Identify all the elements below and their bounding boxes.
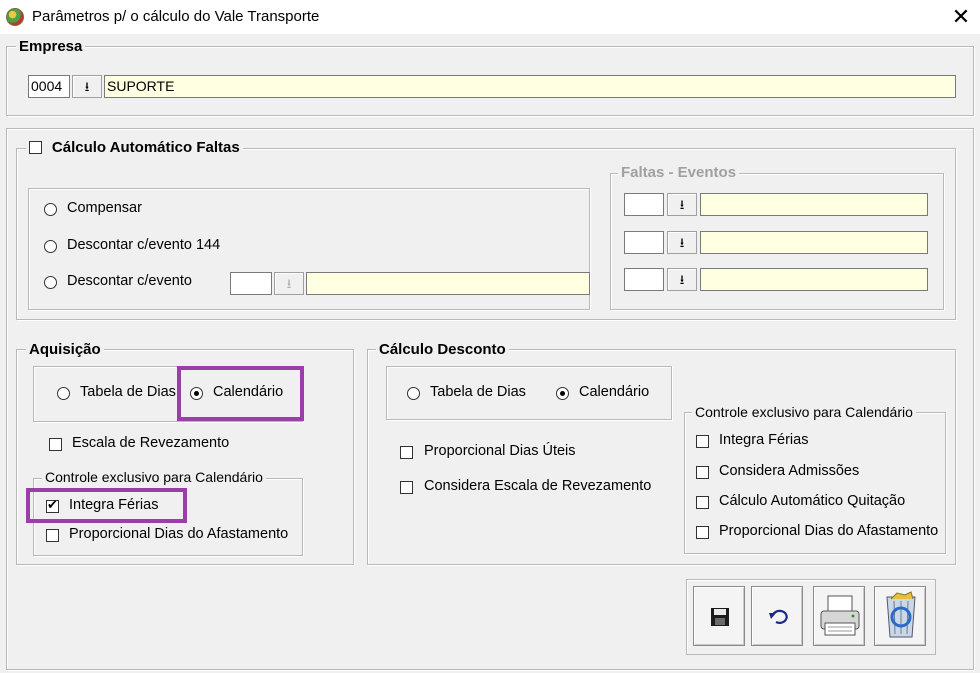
close-icon[interactable]: ✕ [946, 2, 976, 32]
save-button[interactable] [693, 586, 745, 646]
evento-2-name[interactable] [700, 231, 928, 254]
highlight-box-calendario [177, 366, 304, 421]
empresa-lookup-button[interactable]: ⭳ [72, 75, 102, 98]
descontar-evento-lookup[interactable]: ⭳ [274, 272, 304, 295]
aquisicao-legend: Aquisição [26, 341, 104, 359]
empresa-legend: Empresa [16, 38, 86, 56]
evento-1-lookup[interactable]: ⭳ [667, 193, 697, 216]
aquisicao-proporcional-label: Proporcional Dias do Afastamento [69, 526, 289, 542]
desconto-radio-tabela[interactable] [407, 387, 420, 400]
desconto-integra-ferias-checkbox[interactable] [696, 435, 709, 448]
evento-2-code[interactable] [624, 231, 664, 254]
empresa-name-field[interactable]: SUPORTE [104, 75, 956, 98]
evento-3-name[interactable] [700, 268, 928, 291]
radio-descontar-144[interactable] [44, 240, 57, 253]
save-icon [711, 608, 729, 626]
empresa-code-field[interactable]: 0004 [28, 75, 70, 98]
evento-1-name[interactable] [700, 193, 928, 216]
descontar-evento-name[interactable] [306, 272, 590, 295]
calculo-desconto-legend: Cálculo Desconto [376, 341, 509, 359]
desconto-proporcional-uteis-label: Proporcional Dias Úteis [424, 443, 576, 459]
evento-2-lookup[interactable]: ⭳ [667, 231, 697, 254]
recycle-bin-icon [886, 591, 916, 638]
window-title: Parâmetros p/ o cálculo do Vale Transpor… [32, 8, 320, 25]
print-icon [820, 595, 860, 636]
radio-descontar-evento[interactable] [44, 276, 57, 289]
download-arrow-icon: ⭳ [286, 276, 292, 291]
undo-button[interactable] [751, 586, 803, 646]
download-arrow-icon: ⭳ [84, 79, 90, 94]
desconto-proporcional-afast-checkbox[interactable] [696, 526, 709, 539]
desconto-calculo-quitacao-checkbox[interactable] [696, 496, 709, 509]
desconto-considera-escala-checkbox[interactable] [400, 481, 413, 494]
app-icon [6, 8, 24, 26]
desconto-integra-ferias-label: Integra Férias [719, 432, 809, 448]
download-arrow-icon: ⭳ [679, 235, 685, 250]
evento-3-code[interactable] [624, 268, 664, 291]
aquisicao-label-tabela: Tabela de Dias [80, 384, 176, 400]
descontar-evento-code[interactable] [230, 272, 272, 295]
faltas-legend: Cálculo Automático Faltas [26, 138, 243, 158]
auto-faltas-label: Cálculo Automático Faltas [51, 139, 240, 156]
desconto-considera-admissoes-checkbox[interactable] [696, 466, 709, 479]
desconto-proporcional-uteis-checkbox[interactable] [400, 446, 413, 459]
recycle-button[interactable] [874, 586, 926, 646]
aquisicao-controle-legend: Controle exclusivo para Calendário [42, 468, 266, 486]
evento-3-lookup[interactable]: ⭳ [667, 268, 697, 291]
download-arrow-icon: ⭳ [679, 272, 685, 287]
undo-icon [769, 609, 788, 624]
desconto-label-calendario: Calendário [579, 384, 650, 400]
aquisicao-escala-label: Escala de Revezamento [72, 435, 230, 451]
faltas-eventos-legend: Faltas - Eventos [618, 164, 740, 182]
print-button[interactable] [813, 586, 865, 646]
radio-compensar[interactable] [44, 203, 57, 216]
label-compensar: Compensar [67, 200, 142, 216]
desconto-calculo-quitacao-label: Cálculo Automático Quitação [719, 493, 906, 509]
aquisicao-escala-checkbox[interactable] [49, 438, 62, 451]
desconto-considera-escala-label: Considera Escala de Revezamento [424, 478, 652, 494]
label-descontar-144: Descontar c/evento 144 [67, 237, 221, 253]
desconto-considera-admissoes-label: Considera Admissões [719, 463, 860, 479]
aquisicao-radio-tabela[interactable] [57, 387, 70, 400]
label-descontar-evento: Descontar c/evento [67, 273, 192, 289]
auto-faltas-checkbox[interactable] [29, 140, 42, 154]
aquisicao-proporcional-checkbox[interactable] [46, 529, 59, 542]
desconto-proporcional-afast-label: Proporcional Dias do Afastamento [719, 523, 939, 539]
highlight-box-integra-ferias [26, 488, 187, 523]
download-arrow-icon: ⭳ [679, 197, 685, 212]
evento-1-code[interactable] [624, 193, 664, 216]
desconto-radio-calendario[interactable] [556, 387, 569, 400]
desconto-controle-legend: Controle exclusivo para Calendário [692, 403, 916, 421]
desconto-label-tabela: Tabela de Dias [430, 384, 526, 400]
